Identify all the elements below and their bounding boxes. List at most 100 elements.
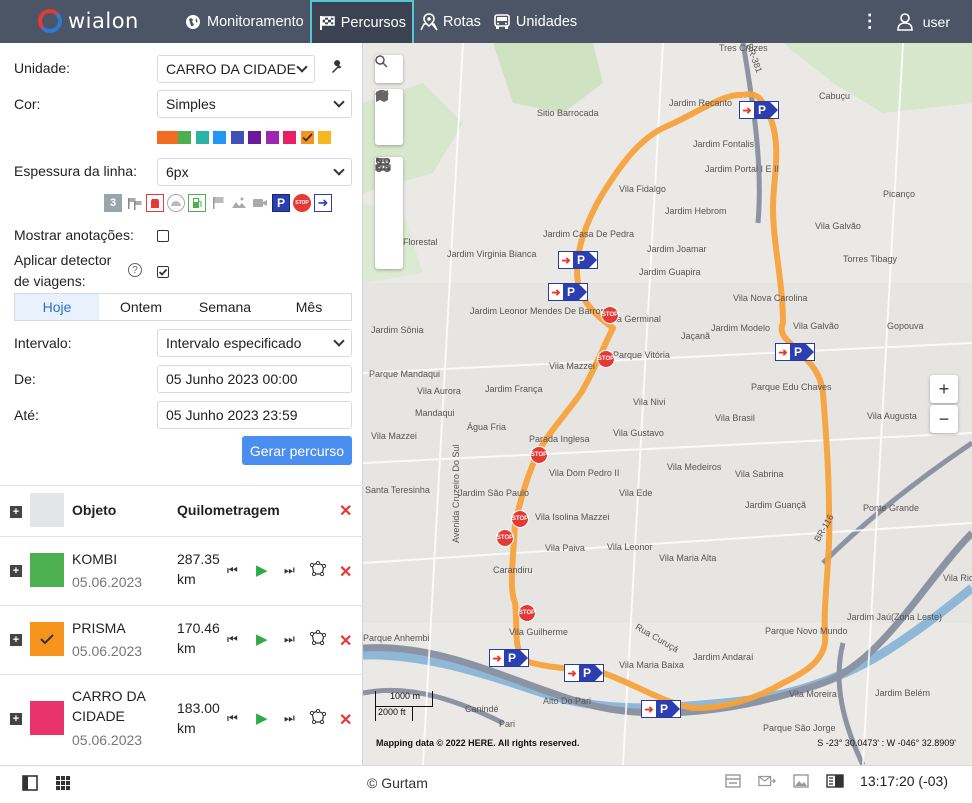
generate-track-button[interactable]: Gerar percurso bbox=[242, 436, 352, 465]
color-swatch[interactable] bbox=[300, 131, 314, 144]
map-label-caninde: Canindé bbox=[465, 704, 499, 714]
nav-routes[interactable]: Rotas bbox=[414, 0, 487, 43]
notifications-icon[interactable] bbox=[724, 773, 742, 789]
expand-all-icon[interactable]: + bbox=[10, 506, 22, 518]
rewind-icon[interactable]: ⏮ bbox=[227, 563, 238, 578]
divider bbox=[0, 485, 363, 486]
color-swatch[interactable] bbox=[213, 131, 226, 144]
fuel-station-icon[interactable] bbox=[188, 194, 206, 212]
nav-units[interactable]: Unidades bbox=[487, 0, 583, 43]
expand-icon[interactable]: + bbox=[10, 565, 22, 577]
polygon-icon[interactable] bbox=[309, 629, 327, 649]
map-label-vila-nova-carolina: Vila Nova Carolina bbox=[733, 293, 808, 303]
zoom-in-button[interactable]: + bbox=[930, 375, 958, 403]
remove-track-icon[interactable]: ✕ bbox=[339, 631, 352, 651]
parking-marker[interactable]: ➜ P bbox=[548, 283, 588, 301]
tab-yesterday[interactable]: Ontem bbox=[99, 294, 183, 320]
flag-icon[interactable] bbox=[209, 194, 227, 212]
messages-icon[interactable] bbox=[758, 773, 777, 789]
from-date-input[interactable]: 05 Junho 2023 00:00 bbox=[157, 365, 352, 393]
stop-marker[interactable]: STOP bbox=[496, 529, 514, 547]
fast-forward-icon[interactable]: ⏭ bbox=[284, 632, 295, 647]
tab-week[interactable]: Semana bbox=[183, 294, 267, 320]
chevron-right-icon[interactable] bbox=[375, 157, 403, 269]
stop-icon[interactable]: STOP bbox=[293, 194, 311, 212]
parking-marker[interactable]: ➜ P bbox=[558, 251, 598, 269]
parking-marker[interactable]: ➜ P bbox=[564, 664, 604, 682]
user-menu[interactable]: user bbox=[896, 12, 950, 31]
color-swatch[interactable] bbox=[195, 131, 209, 144]
polygon-icon[interactable] bbox=[309, 560, 327, 580]
play-icon[interactable]: ▶ bbox=[256, 630, 268, 648]
parking-marker[interactable]: ➜ P bbox=[641, 700, 681, 718]
stop-marker[interactable]: STOP bbox=[601, 306, 619, 324]
color-swatch[interactable] bbox=[230, 131, 244, 144]
remove-track-icon[interactable]: ✕ bbox=[339, 562, 352, 582]
color-swatch[interactable] bbox=[318, 131, 331, 144]
color-select[interactable]: Simples bbox=[157, 90, 352, 118]
tab-today[interactable]: Hoje bbox=[15, 294, 99, 320]
map-view[interactable]: Tres Cruzes Jardim Recanto Cabuçu Sitio Bar… bbox=[363, 43, 972, 765]
nav-monitoring[interactable]: Monitoramento bbox=[178, 0, 310, 43]
wialon-logo[interactable]: wialon bbox=[38, 9, 139, 33]
flags-icon[interactable] bbox=[125, 194, 143, 212]
zoom-out-button[interactable]: − bbox=[930, 405, 958, 433]
track-color-box[interactable] bbox=[30, 622, 64, 656]
color-swatch[interactable] bbox=[248, 131, 261, 144]
color-swatch[interactable] bbox=[283, 131, 296, 144]
track-color-box[interactable] bbox=[30, 701, 64, 735]
hitting-zone-icon[interactable] bbox=[375, 157, 403, 241]
object-header: Objeto bbox=[72, 502, 117, 518]
unit-select[interactable]: CARRO DA CIDADE bbox=[157, 55, 315, 83]
track-color-box[interactable] bbox=[30, 553, 64, 587]
parking-marker[interactable]: ➜ P bbox=[739, 101, 779, 119]
detector-checkbox[interactable] bbox=[157, 265, 169, 278]
play-icon[interactable]: ▶ bbox=[256, 709, 268, 727]
expand-icon[interactable]: + bbox=[10, 713, 22, 725]
fast-forward-icon[interactable]: ⏭ bbox=[284, 563, 295, 578]
remove-track-icon[interactable]: ✕ bbox=[339, 710, 352, 730]
expand-icon[interactable]: + bbox=[10, 634, 22, 646]
stop-marker[interactable]: STOP bbox=[530, 446, 548, 464]
rewind-icon[interactable]: ⏮ bbox=[227, 632, 238, 647]
image-icon[interactable] bbox=[230, 194, 248, 212]
rewind-icon[interactable]: ⏮ bbox=[227, 711, 238, 726]
fast-forward-icon[interactable]: ⏭ bbox=[284, 711, 295, 726]
nav-tracks[interactable]: Percursos bbox=[309, 0, 414, 43]
color-swatch[interactable] bbox=[178, 131, 191, 144]
annotations-checkbox[interactable] bbox=[157, 230, 169, 242]
interval-select[interactable]: Intervalo especificado bbox=[157, 329, 352, 357]
map-icon[interactable] bbox=[375, 90, 403, 145]
wrench-icon[interactable] bbox=[330, 60, 344, 77]
to-date-input[interactable]: 05 Junho 2023 23:59 bbox=[157, 401, 352, 429]
tab-month[interactable]: Mês bbox=[267, 294, 351, 320]
search-icon[interactable] bbox=[375, 55, 403, 83]
stop-marker[interactable]: STOP bbox=[511, 510, 529, 528]
scale-metric: 1000 m bbox=[375, 691, 433, 707]
checkered-flag-icon bbox=[318, 14, 336, 32]
parking-icon[interactable]: P bbox=[272, 194, 290, 212]
arrow-right-icon[interactable]: ➜ bbox=[314, 194, 332, 212]
apps-grid-icon[interactable] bbox=[56, 776, 70, 793]
parking-marker[interactable]: ➜ P bbox=[775, 343, 815, 361]
remove-all-icon[interactable]: ✕ bbox=[339, 501, 352, 521]
play-icon[interactable]: ▶ bbox=[256, 561, 268, 579]
photo-icon[interactable] bbox=[792, 773, 810, 789]
layout-icon[interactable] bbox=[826, 773, 844, 789]
route-icon[interactable] bbox=[375, 157, 403, 213]
parking-marker[interactable]: ➜ P bbox=[489, 649, 529, 667]
stop-marker[interactable]: STOP bbox=[518, 604, 536, 622]
toggle-panel-icon[interactable] bbox=[22, 775, 38, 794]
line-width-select[interactable]: 6px bbox=[157, 158, 352, 186]
speed-icon[interactable] bbox=[167, 194, 185, 212]
counter-icon[interactable]: 3 bbox=[104, 194, 122, 212]
stop-marker[interactable]: STOP bbox=[597, 350, 615, 368]
video-icon[interactable] bbox=[251, 194, 269, 212]
color-swatch[interactable] bbox=[265, 131, 279, 144]
map-label-jardim-andarai: Jardim Andaraí bbox=[693, 652, 754, 662]
fuel-can-icon[interactable] bbox=[146, 194, 164, 212]
help-icon[interactable]: ? bbox=[128, 263, 142, 277]
more-vertical-icon[interactable]: ⋮ bbox=[861, 11, 879, 32]
polygon-icon[interactable] bbox=[309, 708, 327, 728]
logo-icon bbox=[38, 9, 62, 33]
